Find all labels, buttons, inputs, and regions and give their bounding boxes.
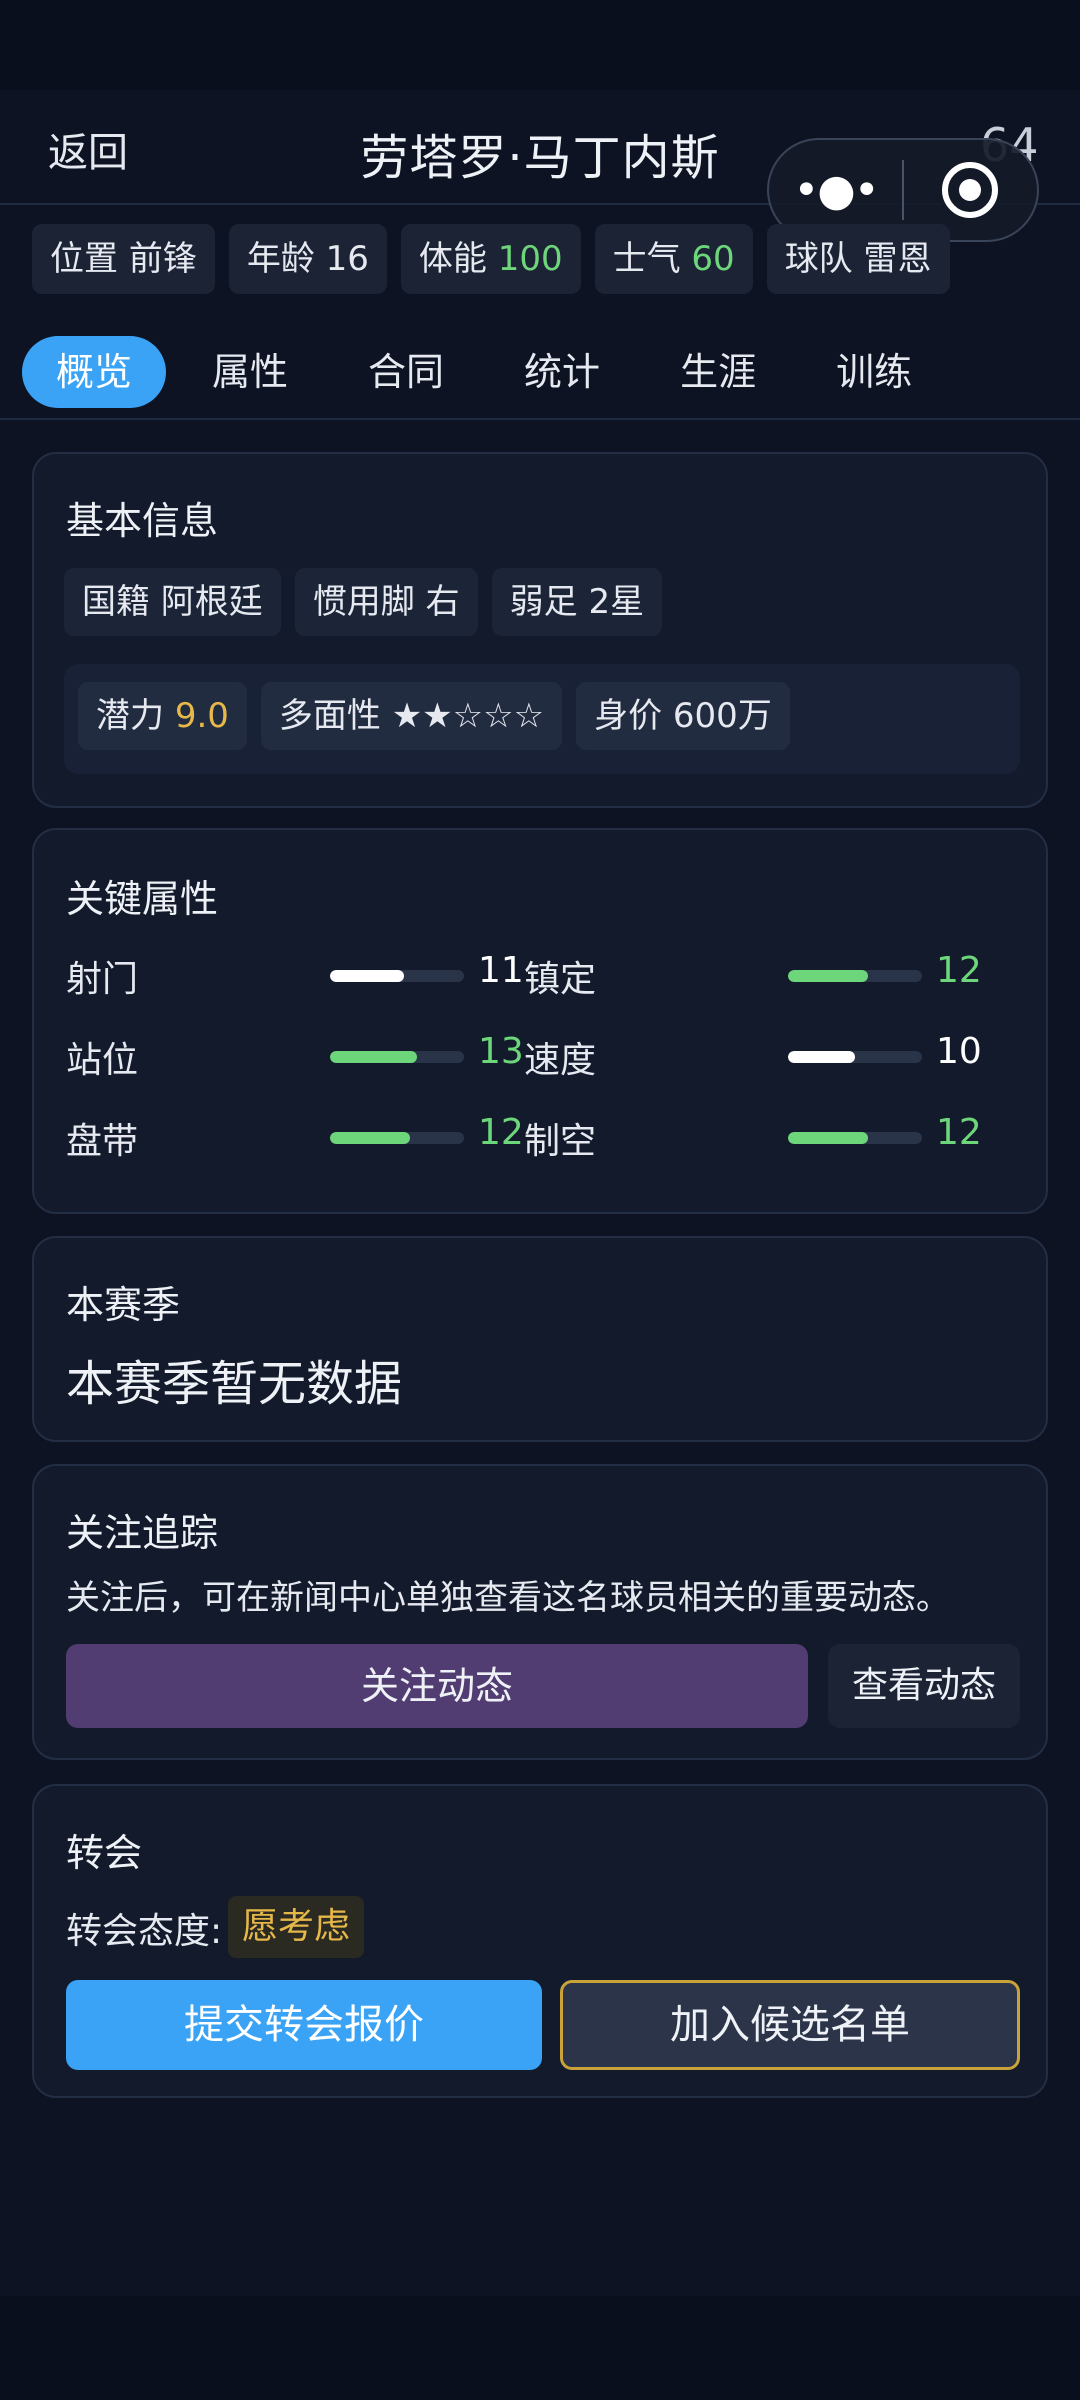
chip-weak-foot: 弱足 2星 xyxy=(491,568,663,636)
attr-name-composure: 镇定 xyxy=(524,959,597,1000)
basic-info-card: 基本信息 国籍 阿根廷 惯用脚 右 弱足 2星 潜力 9.0 多面性 ★★☆☆☆… xyxy=(32,452,1048,808)
key-attributes-title: 关键属性 xyxy=(66,877,219,921)
basic-info-subbox: 潜力 9.0 多面性 ★★☆☆☆ 身价 600万 xyxy=(64,664,1020,774)
attr-name-pace: 速度 xyxy=(524,1040,597,1081)
attr-bar-shooting xyxy=(330,970,464,982)
attr-value-aerial: 12 xyxy=(936,1112,982,1153)
attr-value-positioning: 13 xyxy=(478,1031,524,1072)
tab-contract[interactable]: 合同 xyxy=(334,336,478,408)
chip-versatility: 多面性 ★★☆☆☆ xyxy=(260,682,563,750)
tab-career[interactable]: 生涯 xyxy=(646,336,790,408)
basic-info-title: 基本信息 xyxy=(66,499,219,543)
key-attributes-card: 关键属性 射门 11 镇定 12 站位 13 速度 10 盘带 12 制空 12 xyxy=(32,828,1048,1214)
attr-value-composure: 12 xyxy=(936,950,982,991)
season-title: 本赛季 xyxy=(66,1283,181,1327)
chip-age: 年龄 16 xyxy=(228,224,387,294)
transfer-attitude-badge: 愿考虑 xyxy=(228,1896,365,1958)
attr-name-aerial: 制空 xyxy=(524,1121,597,1162)
chip-team: 球队 雷恩 xyxy=(766,224,950,294)
attr-value-dribbling: 12 xyxy=(478,1112,524,1153)
more-dots-icon[interactable]: •●• xyxy=(769,165,902,216)
attr-value-shooting: 11 xyxy=(478,950,524,991)
tab-stats[interactable]: 统计 xyxy=(490,336,634,408)
follow-description: 关注后，可在新闻中心单独查看这名球员相关的重要动态。 xyxy=(66,1578,950,1618)
bottom-bar xyxy=(0,2296,1080,2400)
attr-name-positioning: 站位 xyxy=(66,1040,139,1081)
tab-bar: 概览 属性 合同 统计 生涯 训练 xyxy=(22,336,958,408)
attr-name-shooting: 射门 xyxy=(66,959,139,1000)
basic-info-row1: 国籍 阿根廷 惯用脚 右 弱足 2星 xyxy=(64,568,663,636)
view-news-button[interactable]: 查看动态 xyxy=(828,1644,1020,1728)
submit-offer-button[interactable]: 提交转会报价 xyxy=(66,1980,542,2070)
chip-nationality: 国籍 阿根廷 xyxy=(64,568,281,636)
chip-potential: 潜力 9.0 xyxy=(78,682,247,750)
chip-morale: 士气 60 xyxy=(594,224,753,294)
chip-value: 身价 600万 xyxy=(576,682,790,750)
tab-attributes[interactable]: 属性 xyxy=(178,336,322,408)
add-shortlist-button[interactable]: 加入候选名单 xyxy=(560,1980,1020,2070)
transfer-title: 转会 xyxy=(66,1831,143,1875)
chip-position: 位置 前锋 xyxy=(32,224,215,294)
chip-stamina: 体能 100 xyxy=(400,224,581,294)
summary-chips: 位置 前锋 年龄 16 体能 100 士气 60 球队 雷恩 xyxy=(32,224,950,294)
transfer-card: 转会 转会态度: 愿考虑 提交转会报价 加入候选名单 xyxy=(32,1784,1048,2098)
tabs-divider xyxy=(0,418,1080,420)
chip-preferred-foot: 惯用脚 右 xyxy=(294,568,478,636)
attr-bar-dribbling xyxy=(330,1132,464,1144)
attr-bar-positioning xyxy=(330,1051,464,1063)
player-detail-page: 返回 劳塔罗·马丁内斯 64 •●• 位置 前锋 年龄 16 体能 100 士气… xyxy=(0,0,1080,2400)
attr-bar-composure xyxy=(788,970,922,982)
transfer-attitude-label: 转会态度: xyxy=(66,1911,223,1952)
attr-value-pace: 10 xyxy=(936,1031,982,1072)
follow-title: 关注追踪 xyxy=(66,1511,219,1555)
attr-name-dribbling: 盘带 xyxy=(66,1121,139,1162)
tab-overview[interactable]: 概览 xyxy=(22,336,167,408)
tab-training[interactable]: 训练 xyxy=(802,336,946,408)
follow-card: 关注追踪 关注后，可在新闻中心单独查看这名球员相关的重要动态。 关注动态 查看动… xyxy=(32,1464,1048,1760)
season-card: 本赛季 本赛季暂无数据 xyxy=(32,1236,1048,1442)
follow-button[interactable]: 关注动态 xyxy=(66,1644,808,1728)
status-bar xyxy=(0,0,1080,90)
attr-bar-aerial xyxy=(788,1132,922,1144)
basic-info-row2: 潜力 9.0 多面性 ★★☆☆☆ 身价 600万 xyxy=(78,682,790,750)
target-close-icon[interactable] xyxy=(904,162,1037,218)
attr-bar-pace xyxy=(788,1051,922,1063)
season-empty-text: 本赛季暂无数据 xyxy=(66,1356,403,1412)
